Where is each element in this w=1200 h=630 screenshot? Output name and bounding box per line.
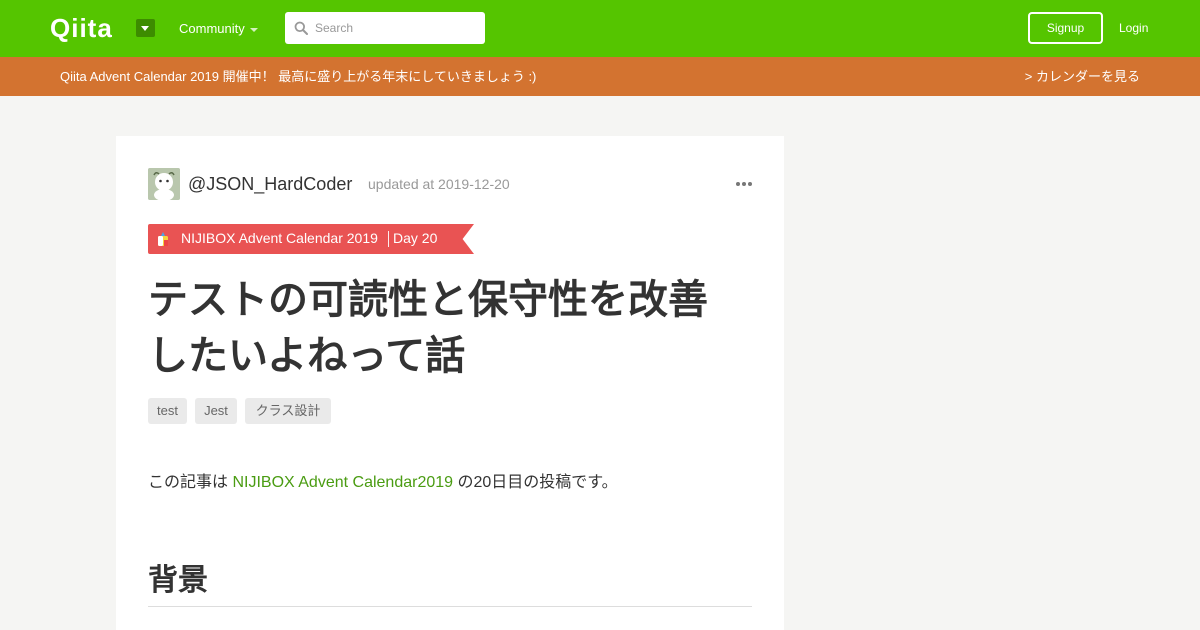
author-name[interactable]: @JSON_HardCoder	[188, 173, 352, 195]
chevron-down-icon	[250, 28, 258, 32]
calendar-logo-icon	[158, 232, 168, 246]
title-line-1: テストの可読性と保守性を改善	[148, 278, 708, 322]
more-options-icon[interactable]	[736, 182, 752, 187]
avatar[interactable]	[148, 168, 180, 200]
title-line-2: したいよねって話	[148, 334, 466, 378]
calendar-link[interactable]: > カレンダーを見る	[1025, 68, 1140, 85]
signup-button[interactable]: Signup	[1028, 12, 1103, 44]
qiita-logo[interactable]: Qiita	[50, 14, 113, 42]
search-input[interactable]	[315, 12, 480, 44]
heading-divider	[148, 606, 752, 607]
tag-class-design[interactable]: クラス設計	[245, 398, 331, 424]
intro-paragraph: この記事は NIJIBOX Advent Calendar2019 の20日目の…	[148, 473, 618, 493]
ribbon-divider	[388, 231, 389, 247]
advent-calendar-banner: Qiita Advent Calendar 2019 開催中！ 最高に盛り上がる…	[0, 57, 1200, 96]
search-box[interactable]	[285, 12, 485, 44]
section-heading: 背景	[148, 564, 208, 597]
login-link[interactable]: Login	[1119, 20, 1148, 36]
tag-test[interactable]: test	[148, 398, 187, 424]
avatar-image-icon	[148, 168, 180, 200]
article-title: テストの可読性と保守性を改善 したいよねって話	[148, 272, 748, 384]
calendar-name: NIJIBOX Advent Calendar 2019	[181, 230, 378, 246]
banner-text: Qiita Advent Calendar 2019 開催中！ 最高に盛り上がる…	[60, 69, 537, 84]
search-icon	[294, 21, 308, 35]
article-card: @JSON_HardCoder updated at 2019-12-20 NI…	[116, 136, 784, 630]
caret-down-icon	[141, 26, 149, 31]
community-menu[interactable]: Community	[179, 21, 245, 37]
global-header: Qiita Community Signup Login	[0, 0, 1200, 57]
tag-jest[interactable]: Jest	[195, 398, 237, 424]
intro-prefix: この記事は	[148, 474, 233, 491]
updated-date: updated at 2019-12-20	[368, 176, 510, 192]
service-menu-button[interactable]	[136, 19, 155, 37]
intro-suffix: の20日目の投稿です。	[453, 474, 618, 491]
advent-calendar-ribbon[interactable]: NIJIBOX Advent Calendar 2019 Day 20	[148, 224, 474, 254]
intro-calendar-link[interactable]: NIJIBOX Advent Calendar2019	[232, 474, 453, 491]
calendar-day: Day 20	[393, 230, 438, 246]
